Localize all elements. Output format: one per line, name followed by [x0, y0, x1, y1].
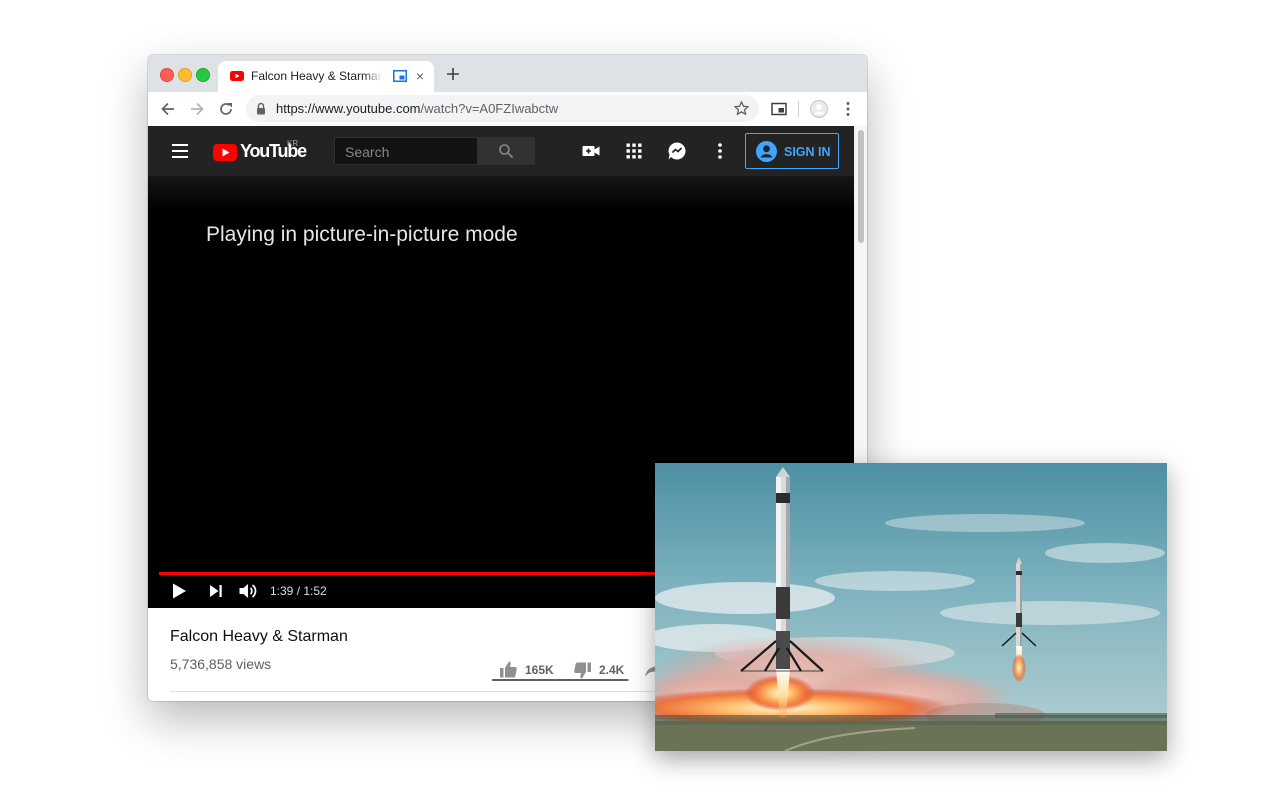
picture-in-picture-icon [393, 70, 407, 82]
sign-in-button[interactable]: SIGN IN [745, 133, 839, 169]
sentiment-bar [492, 679, 629, 681]
picture-in-picture-icon[interactable] [770, 100, 788, 118]
address-bar[interactable]: https://www.youtube.com/watch?v=A0FZIwab… [246, 95, 759, 122]
like-count: 165K [525, 663, 554, 677]
messages-icon[interactable] [667, 141, 687, 161]
youtube-favicon-icon [230, 71, 244, 81]
hamburger-menu-icon[interactable] [172, 144, 188, 158]
sign-in-label: SIGN IN [784, 145, 831, 159]
reload-icon[interactable] [217, 100, 235, 118]
plus-icon[interactable] [444, 65, 462, 83]
create-video-icon[interactable] [581, 141, 601, 161]
dislike-button[interactable]: 2.4K [573, 660, 633, 680]
youtube-play-logo-icon [213, 144, 237, 161]
kebab-menu-icon[interactable] [839, 100, 857, 118]
more-vert-icon[interactable] [710, 141, 730, 161]
scrollbar-thumb[interactable] [858, 130, 864, 243]
forward-arrow-icon[interactable] [188, 100, 206, 118]
url-path: /watch?v=A0FZIwabctw [420, 101, 559, 116]
next-track-icon[interactable] [205, 580, 227, 602]
youtube-header: YouTube KR Search SIGN IN [148, 126, 854, 176]
close-window-button[interactable] [160, 68, 174, 82]
toolbar-divider [798, 101, 799, 117]
url-host: https://www.youtube.com [276, 101, 421, 116]
time-display: 1:39 / 1:52 [270, 584, 327, 598]
minimize-window-button[interactable] [178, 68, 192, 82]
sentiment-bar-fill [492, 679, 628, 681]
account-circle-icon [756, 141, 777, 162]
rocket-boosters-landing-video-frame [655, 463, 1167, 751]
lock-icon [257, 102, 265, 115]
search-icon [499, 144, 514, 159]
search-button[interactable] [478, 137, 535, 165]
tab-strip: Falcon Heavy & Starman - YouTube × [148, 55, 867, 92]
view-count: 5,736,858 views [170, 656, 272, 672]
tab-youtube[interactable]: Falcon Heavy & Starman - YouTube × [218, 61, 434, 92]
dislike-count: 2.4K [599, 663, 625, 677]
thumbs-up-icon [500, 661, 517, 678]
youtube-logo[interactable]: YouTube KR [213, 139, 307, 164]
tab-close-icon[interactable]: × [412, 68, 428, 84]
thumbs-down-icon [574, 662, 591, 679]
profile-avatar-icon[interactable] [810, 100, 828, 118]
tab-title: Falcon Heavy & Starman - YouTube [251, 69, 383, 83]
play-icon[interactable] [168, 580, 190, 602]
search-input[interactable]: Search [334, 137, 478, 165]
browser-toolbar: https://www.youtube.com/watch?v=A0FZIwab… [148, 92, 867, 127]
volume-icon[interactable] [237, 580, 259, 602]
maximize-window-button[interactable] [196, 68, 210, 82]
back-arrow-icon[interactable] [159, 100, 177, 118]
like-button[interactable]: 165K [499, 660, 571, 680]
url-text[interactable]: https://www.youtube.com/watch?v=A0FZIwab… [276, 101, 558, 116]
region-code: KR [287, 139, 299, 148]
star-icon[interactable] [733, 100, 750, 117]
search-placeholder: Search [345, 144, 390, 160]
pip-video-window[interactable] [655, 463, 1167, 751]
player-top-shade [148, 176, 854, 211]
apps-grid-icon[interactable] [624, 141, 644, 161]
video-title: Falcon Heavy & Starman [170, 628, 348, 645]
pip-status-message: Playing in picture-in-picture mode [206, 223, 518, 246]
